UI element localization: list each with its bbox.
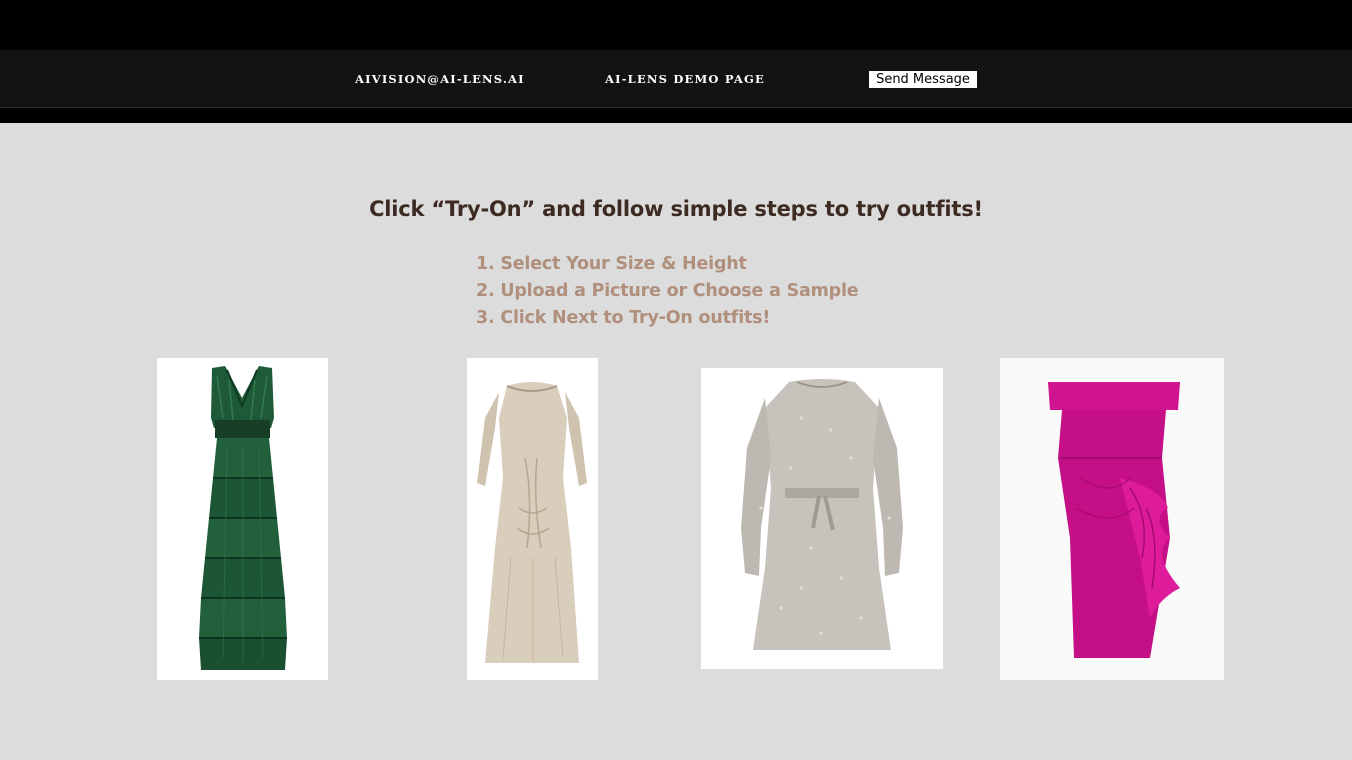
send-message-button[interactable]: Send Message: [869, 71, 977, 88]
green-velvet-gown-icon: [199, 366, 287, 670]
try-on-steps-list: 1. Select Your Size & Height 2. Upload a…: [476, 251, 859, 332]
nav-email-link[interactable]: AIVISION@AI-LENS.AI: [355, 72, 525, 86]
page-headline: Click “Try-On” and follow simple steps t…: [369, 197, 983, 221]
magenta-dress-icon: [1048, 382, 1180, 658]
outfit-card-magenta-dress[interactable]: [1000, 358, 1224, 680]
outfit-card-champagne-gown[interactable]: [467, 358, 598, 680]
top-black-band: [0, 0, 1352, 50]
top-nav-bar: AIVISION@AI-LENS.AI AI-LENS DEMO PAGE Se…: [0, 50, 1352, 108]
champagne-gown-icon: [477, 382, 587, 663]
step-item: 2. Upload a Picture or Choose a Sample: [476, 281, 859, 301]
nav-underline-band: [0, 108, 1352, 123]
sequin-dress-icon: [741, 379, 903, 650]
outfit-card-sequin-dress[interactable]: [701, 368, 943, 669]
step-item: 1. Select Your Size & Height: [476, 254, 747, 274]
outfit-card-green-gown[interactable]: [157, 358, 328, 680]
nav-demo-page-link[interactable]: AI-LENS DEMO PAGE: [605, 72, 765, 86]
step-item: 3. Click Next to Try-On outfits!: [476, 308, 771, 328]
